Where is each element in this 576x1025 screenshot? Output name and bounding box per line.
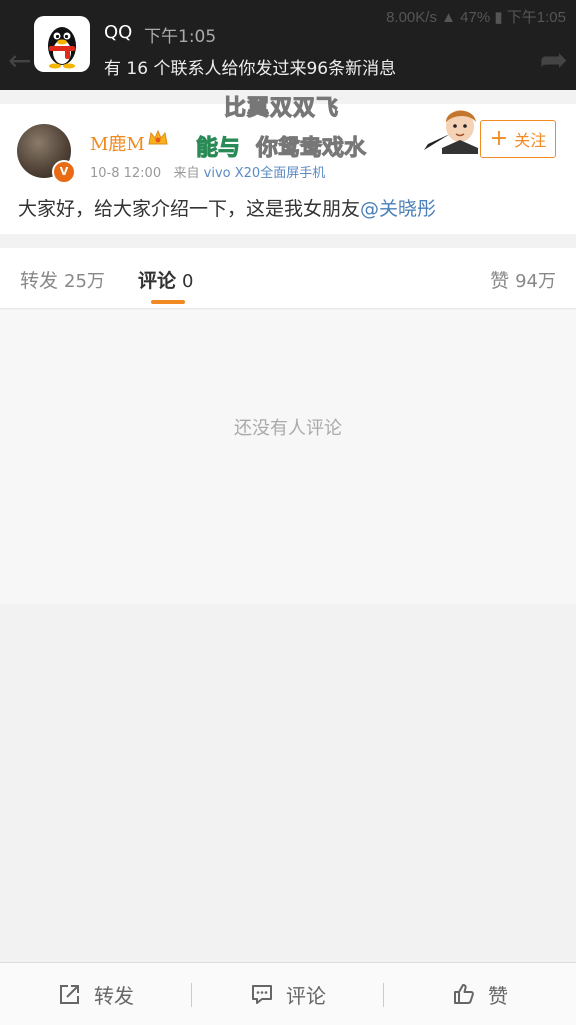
comment-button[interactable]: 评论	[192, 963, 384, 1025]
post-username[interactable]: M鹿M	[90, 130, 145, 156]
repost-label: 转发	[94, 983, 134, 1008]
cartoon-sticker	[420, 104, 484, 154]
signal-icon: ▲	[441, 9, 456, 26]
follow-label: 关注	[514, 131, 547, 150]
tab-repost[interactable]: 转发 25万	[20, 266, 105, 293]
post-tabs: 转发 25万 评论 0 赞 94万	[0, 248, 576, 309]
like-button[interactable]: 赞	[384, 963, 576, 1025]
net-speed: 8.00K/s	[386, 9, 437, 26]
post-source-prefix: 来自	[173, 166, 200, 181]
share-arrow-icon: ➦	[539, 40, 569, 80]
empty-comments-text: 还没有人评论	[234, 418, 342, 439]
thumbs-up-icon	[454, 984, 474, 1004]
comment-icon	[252, 985, 272, 1004]
weibo-post: 比翼双双飞 V M鹿M 能与 你鸳鸯戏水 10-8 12:00 来自 vivo …	[0, 90, 576, 234]
comment-label: 评论	[286, 983, 326, 1008]
post-body: 大家好，给大家介绍一下，这是我女朋友	[18, 198, 361, 220]
crown-icon	[147, 128, 169, 148]
bottom-toolbar: 转发 评论 赞	[0, 962, 576, 1025]
notification-message: 有 16 个联系人给你发过来96条新消息	[104, 59, 397, 79]
post-device[interactable]: vivo X20全面屏手机	[204, 166, 326, 181]
overlay-caption-white: 你鸳鸯戏水	[255, 136, 367, 162]
follow-button[interactable]: + 关注	[480, 120, 556, 158]
tab-comment[interactable]: 评论 0	[138, 266, 193, 293]
notification-time: 下午1:05	[144, 27, 217, 47]
battery-icon: ▮	[494, 9, 503, 26]
tab-like[interactable]: 赞 94万	[490, 266, 556, 293]
overlay-caption-line1: 比翼双双飞	[223, 96, 340, 122]
tab-comment-count: 0	[182, 271, 194, 292]
tab-comment-label: 评论	[138, 270, 177, 292]
plus-icon: +	[489, 126, 509, 151]
tab-like-label: 赞	[490, 270, 510, 292]
back-arrow-icon: ←	[8, 44, 32, 77]
mention-link[interactable]: @关晓彤	[360, 198, 436, 220]
post-date: 10-8 12:00	[90, 166, 162, 181]
comments-panel[interactable]: 还没有人评论	[0, 310, 576, 604]
verified-icon: V	[52, 160, 76, 184]
battery-level: 47%	[460, 9, 491, 26]
tab-repost-count: 25万	[64, 271, 105, 292]
repost-icon	[60, 985, 79, 1004]
repost-button[interactable]: 转发	[0, 963, 192, 1025]
qq-penguin-icon	[34, 16, 90, 72]
status-bar: 8.00K/s ▲ 47% ▮ 下午1:05	[240, 6, 566, 28]
qq-notification[interactable]: 8.00K/s ▲ 47% ▮ 下午1:05 ← ➦ QQ 下午1:05 有 1…	[0, 0, 576, 90]
like-label: 赞	[488, 983, 508, 1008]
post-meta: 10-8 12:00 来自 vivo X20全面屏手机	[90, 162, 325, 181]
active-tab-indicator	[151, 300, 185, 304]
status-time: 下午1:05	[506, 9, 566, 26]
tab-repost-label: 转发	[20, 270, 59, 292]
overlay-caption-green: 能与	[195, 136, 241, 162]
notification-app-name: QQ	[104, 22, 133, 43]
tab-like-count: 94万	[515, 271, 556, 292]
post-text: 大家好，给大家介绍一下，这是我女朋友@关晓彤	[18, 194, 436, 221]
